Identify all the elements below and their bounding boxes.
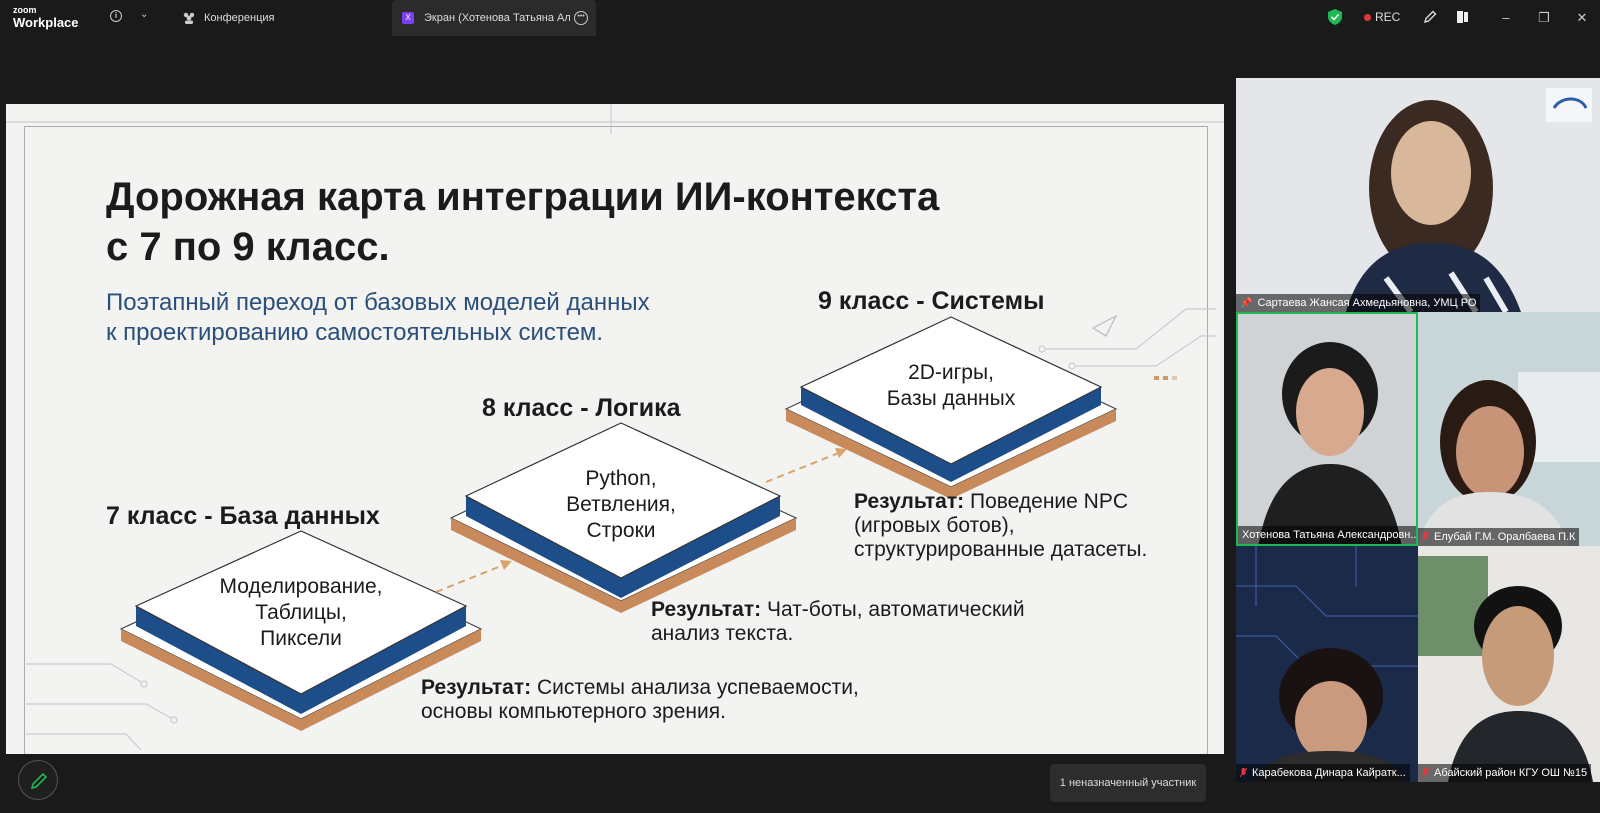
plate-line: 2D-игры, bbox=[908, 361, 994, 384]
plate-line: Ветвления, bbox=[566, 493, 676, 516]
video-tile-4[interactable]: Карабекова Динара Кайратк... bbox=[1236, 546, 1418, 782]
video-tile-pinned[interactable]: 📌 Сартаева Жансая Ахмедьяновна, УМЦ РО bbox=[1236, 78, 1600, 312]
info-icon[interactable]: i bbox=[110, 10, 122, 22]
pencil-icon[interactable] bbox=[1422, 9, 1438, 25]
video-tile-speaker[interactable]: Хотенова Татьяна Александровн... bbox=[1236, 312, 1418, 546]
participant-avatar bbox=[1418, 312, 1600, 546]
participant-name-pinned: 📌 Сартаева Жансая Ахмедьяновна, УМЦ РО bbox=[1236, 294, 1481, 312]
participant-name-speaker: Хотенова Татьяна Александровн... bbox=[1238, 526, 1418, 544]
pencil-icon bbox=[30, 772, 48, 790]
grade7-heading: 7 класс - База данных bbox=[106, 502, 380, 530]
plate-line: Строки bbox=[586, 519, 656, 542]
participant-avatar bbox=[1236, 78, 1600, 312]
tab-conference[interactable]: Конференция bbox=[176, 0, 376, 36]
restore-button[interactable]: ❐ bbox=[1534, 8, 1554, 28]
participant-avatar bbox=[1418, 546, 1600, 782]
participant-name-3: Елубай Г.М. Оралбаева П.К bbox=[1418, 528, 1580, 546]
pin-icon: 📌 bbox=[1240, 297, 1253, 309]
logo-zoom-text: zoom bbox=[13, 5, 37, 15]
plate-line: Базы данных bbox=[886, 387, 1016, 410]
participant-name-text: Карабекова Динара Кайратк... bbox=[1252, 767, 1406, 779]
slide-title: Дорожная карта интеграции ИИ-контекста с… bbox=[106, 172, 1106, 272]
grade9-result: Результат: Поведение NPC (игровых ботов)… bbox=[854, 490, 1214, 562]
tab-screen-label: Экран (Хотенова Татьяна Алекс bbox=[424, 12, 570, 24]
close-button[interactable]: ✕ bbox=[1572, 8, 1592, 28]
participant-avatar bbox=[1236, 546, 1418, 782]
result-text: основы компьютерного зрения. bbox=[421, 700, 726, 723]
result-text: Чат-боты, автоматический bbox=[761, 598, 1025, 621]
result-label: Результат: bbox=[854, 490, 965, 513]
participant-name-5: Абайский район КГУ ОШ №15 bbox=[1418, 764, 1592, 782]
result-text: (игровых ботов), bbox=[854, 514, 1015, 537]
slide-subtitle-line1: Поэтапный переход от базовых моделей дан… bbox=[106, 289, 650, 316]
slide-subtitle-line2: к проектированию самостоятельных систем. bbox=[106, 319, 604, 346]
plate-line: Пиксели bbox=[260, 627, 342, 650]
result-label: Результат: bbox=[421, 676, 532, 699]
people-icon bbox=[183, 12, 195, 24]
grade8-heading: 8 класс - Логика bbox=[482, 394, 681, 422]
plate-line: Моделирование, bbox=[219, 575, 383, 598]
zoom-logo: zoom Workplace bbox=[13, 5, 79, 30]
result-text: структурированные датасеты. bbox=[854, 538, 1148, 561]
result-text: Системы анализа успеваемости, bbox=[531, 676, 859, 699]
rec-label: REC bbox=[1375, 10, 1401, 24]
muted-mic-icon bbox=[1422, 532, 1429, 542]
plate-line: Python, bbox=[585, 467, 657, 490]
video-tile-3[interactable]: Елубай Г.М. Оралбаева П.К bbox=[1418, 312, 1600, 546]
grade8-result: Результат: Чат-боты, автоматический анал… bbox=[651, 598, 1111, 646]
title-bar: zoom Workplace i ⌄ Конференция X Экран (… bbox=[0, 0, 1600, 36]
video-tile-5[interactable]: Абайский район КГУ ОШ №15 bbox=[1418, 546, 1600, 782]
slide-subtitle: Поэтапный переход от базовых моделей дан… bbox=[106, 288, 786, 348]
grade7-plate-label: Моделирование, Таблицы, Пиксели bbox=[201, 574, 401, 652]
shield-icon[interactable] bbox=[1328, 9, 1342, 25]
logo-workplace-text: Workplace bbox=[13, 15, 79, 30]
more-options-icon[interactable]: ••• bbox=[574, 11, 588, 25]
participant-name-text: Елубай Г.М. Оралбаева П.К bbox=[1434, 531, 1576, 543]
slide-title-line1: Дорожная карта интеграции ИИ-контекста bbox=[106, 175, 940, 219]
shared-screen[interactable]: Дорожная карта интеграции ИИ-контекста с… bbox=[6, 104, 1224, 754]
slide-title-line2: с 7 по 9 класс. bbox=[106, 225, 390, 269]
rec-indicator[interactable]: REC bbox=[1364, 10, 1400, 24]
rec-dot-icon bbox=[1364, 13, 1371, 21]
grade8-plate-label: Python, Ветвления, Строки bbox=[526, 466, 716, 544]
participant-name-text: Сартаева Жансая Ахмедьяновна, УМЦ РО bbox=[1257, 297, 1477, 309]
result-text: Поведение NPC bbox=[964, 490, 1128, 513]
plate-line: Таблицы, bbox=[255, 601, 347, 624]
tab-screen-share[interactable]: X Экран (Хотенова Татьяна Алекс ••• bbox=[392, 0, 596, 36]
chevron-down-icon[interactable]: ⌄ bbox=[140, 9, 148, 20]
screen-share-badge-icon: X bbox=[402, 12, 414, 24]
participant-name-4: Карабекова Динара Кайратк... bbox=[1236, 764, 1410, 782]
tab-conference-label: Конференция bbox=[204, 12, 275, 24]
result-label: Результат: bbox=[651, 598, 762, 621]
participant-name-text: Хотенова Татьяна Александровн... bbox=[1242, 529, 1418, 541]
participant-avatar bbox=[1238, 314, 1416, 544]
minimize-button[interactable]: – bbox=[1496, 8, 1516, 28]
result-text: анализ текста. bbox=[651, 622, 794, 645]
muted-mic-icon bbox=[1240, 768, 1247, 778]
grade9-heading: 9 класс - Системы bbox=[818, 287, 1045, 315]
unassigned-participant-tooltip[interactable]: 1 неназначенный участник bbox=[1050, 764, 1206, 802]
muted-mic-icon bbox=[1422, 768, 1429, 778]
grade7-result: Результат: Системы анализа успеваемости,… bbox=[421, 676, 941, 724]
annotate-button[interactable] bbox=[18, 760, 58, 800]
grade9-plate-label: 2D-игры, Базы данных bbox=[866, 360, 1036, 412]
participant-name-text: Абайский район КГУ ОШ №15 bbox=[1434, 767, 1588, 779]
layout-icon[interactable] bbox=[1455, 9, 1471, 25]
